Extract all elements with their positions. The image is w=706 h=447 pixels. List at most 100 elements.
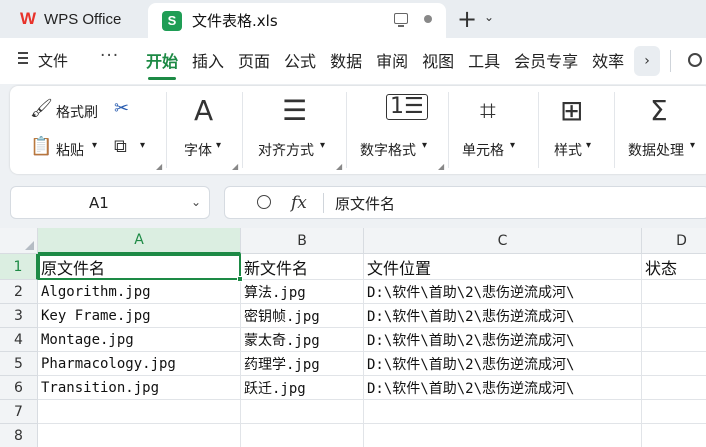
number-format-dialog-launcher-icon[interactable]: ◢ [438,162,444,171]
cell-b2[interactable]: 算法.jpg [241,280,364,304]
row-header[interactable]: 5 [0,352,38,376]
cell-c7[interactable] [364,400,642,424]
tab-page[interactable]: 页面 [238,48,270,72]
unsaved-dot-icon[interactable] [424,15,432,23]
ribbon-divider [166,92,167,168]
cell-button[interactable]: 单元格 [462,140,504,160]
cell-a8[interactable] [38,424,241,447]
cell-d4[interactable] [642,328,706,352]
cell-b7[interactable] [241,400,364,424]
more-menu-icon[interactable]: ··· [100,46,119,66]
cell-c3[interactable]: D:\软件\首助\2\悲伤逆流成河\ [364,304,642,328]
cell-b3[interactable]: 密钥帧.jpg [241,304,364,328]
hamburger-menu-icon[interactable] [18,52,28,64]
number-format-chevron-icon[interactable]: ▾ [422,140,427,151]
wps-home-tab[interactable]: W WPS Office [8,0,140,38]
column-header-b[interactable]: B [241,228,364,254]
format-painter-button[interactable]: 格式刷 [56,102,98,122]
cell-chevron-icon[interactable]: ▾ [510,140,515,151]
align-chevron-icon[interactable]: ▾ [320,140,325,151]
cell-d1[interactable]: 状态 [642,254,706,280]
cell-a1[interactable]: 原文件名 [38,254,241,280]
cell-b5[interactable]: 药理学.jpg [241,352,364,376]
row-header[interactable]: 2 [0,280,38,304]
chevron-right-icon[interactable]: › [634,46,660,76]
paste-button[interactable]: 粘贴 [56,140,84,160]
fx-icon[interactable]: fx [291,193,307,213]
font-chevron-icon[interactable]: ▾ [216,140,221,151]
cell-b8[interactable] [241,424,364,447]
cell-d5[interactable] [642,352,706,376]
align-button[interactable]: 对齐方式 [258,140,314,160]
cell-d3[interactable] [642,304,706,328]
font-icon: A [194,94,214,127]
font-dialog-launcher-icon[interactable]: ◢ [232,162,238,171]
cell-a7[interactable] [38,400,241,424]
cell-b4[interactable]: 蒙太奇.jpg [241,328,364,352]
cell-c6[interactable]: D:\软件\首助\2\悲伤逆流成河\ [364,376,642,400]
cell-c5[interactable]: D:\软件\首助\2\悲伤逆流成河\ [364,352,642,376]
tab-insert[interactable]: 插入 [192,48,224,72]
cell-b1[interactable]: 新文件名 [241,254,364,280]
cell-a6[interactable]: Transition.jpg [38,376,241,400]
tab-formula[interactable]: 公式 [284,48,316,72]
copy-chevron-icon[interactable]: ▾ [140,140,145,151]
cell-c2[interactable]: D:\软件\首助\2\悲伤逆流成河\ [364,280,642,304]
tab-data[interactable]: 数据 [330,48,362,72]
tab-review[interactable]: 审阅 [376,48,408,72]
spreadsheet-file-icon: S [162,10,182,31]
cell-c4[interactable]: D:\软件\首助\2\悲伤逆流成河\ [364,328,642,352]
style-button[interactable]: 样式 [554,140,582,160]
cell-d2[interactable] [642,280,706,304]
scissors-icon[interactable]: ✂ [114,98,129,119]
cell-a2[interactable]: Algorithm.jpg [38,280,241,304]
menu-file[interactable]: 文件 [38,50,68,71]
row-header[interactable]: 4 [0,328,38,352]
tab-efficiency[interactable]: 效率 [592,48,624,72]
ribbon-tabs: 开始 插入 页面 公式 数据 审阅 视图 工具 会员专享 效率 [146,48,624,80]
select-all-corner[interactable] [0,228,38,254]
select-all-triangle-icon [25,241,34,250]
cell-d8[interactable] [642,424,706,447]
data-process-chevron-icon[interactable]: ▾ [690,140,695,151]
style-chevron-icon[interactable]: ▾ [586,140,591,151]
tab-tools[interactable]: 工具 [468,48,500,72]
paste-chevron-icon[interactable]: ▾ [92,140,97,151]
row-header[interactable]: 6 [0,376,38,400]
monitor-icon[interactable] [394,13,408,27]
number-format-button[interactable]: 数字格式 [360,140,416,160]
cell-d6[interactable] [642,376,706,400]
data-process-button[interactable]: 数据处理 [628,140,684,160]
column-header-c[interactable]: C [364,228,642,254]
copy-icon[interactable]: ⧉ [114,136,127,157]
column-header-d[interactable]: D [642,228,706,254]
cell-c1[interactable]: 文件位置 [364,254,642,280]
document-tab[interactable]: S 文件表格.xls [148,3,446,38]
tab-member[interactable]: 会员专享 [514,48,578,72]
row-header[interactable]: 3 [0,304,38,328]
search-icon[interactable] [688,53,702,67]
cell-a4[interactable]: Montage.jpg [38,328,241,352]
tab-home[interactable]: 开始 [146,48,178,80]
row-header[interactable]: 1 [0,254,38,280]
cell-d7[interactable] [642,400,706,424]
column-header-a[interactable]: A [38,228,241,254]
new-tab-plus-icon[interactable]: + [457,5,477,33]
chevron-down-icon[interactable]: ⌄ [484,10,494,24]
cell-b6[interactable]: 跃迁.jpg [241,376,364,400]
chevron-down-icon[interactable]: ⌄ [191,195,201,209]
align-dialog-launcher-icon[interactable]: ◢ [336,162,342,171]
row-header[interactable]: 8 [0,424,38,447]
formula-input[interactable]: fx 原文件名 [224,186,706,219]
cell-a3[interactable]: Key Frame.jpg [38,304,241,328]
zoom-icon[interactable] [257,195,271,209]
formula-content[interactable]: 原文件名 [335,193,395,214]
spreadsheet-grid[interactable]: A B C D 1 2 3 4 5 6 7 8 原文件名 新文件名 文件位置 状… [0,228,706,447]
cell-a5[interactable]: Pharmacology.jpg [38,352,241,376]
name-box[interactable]: A1 ⌄ [10,186,210,219]
font-button[interactable]: 字体 [184,140,212,160]
clipboard-dialog-launcher-icon[interactable]: ◢ [156,162,162,171]
tab-view[interactable]: 视图 [422,48,454,72]
row-header[interactable]: 7 [0,400,38,424]
cell-c8[interactable] [364,424,642,447]
